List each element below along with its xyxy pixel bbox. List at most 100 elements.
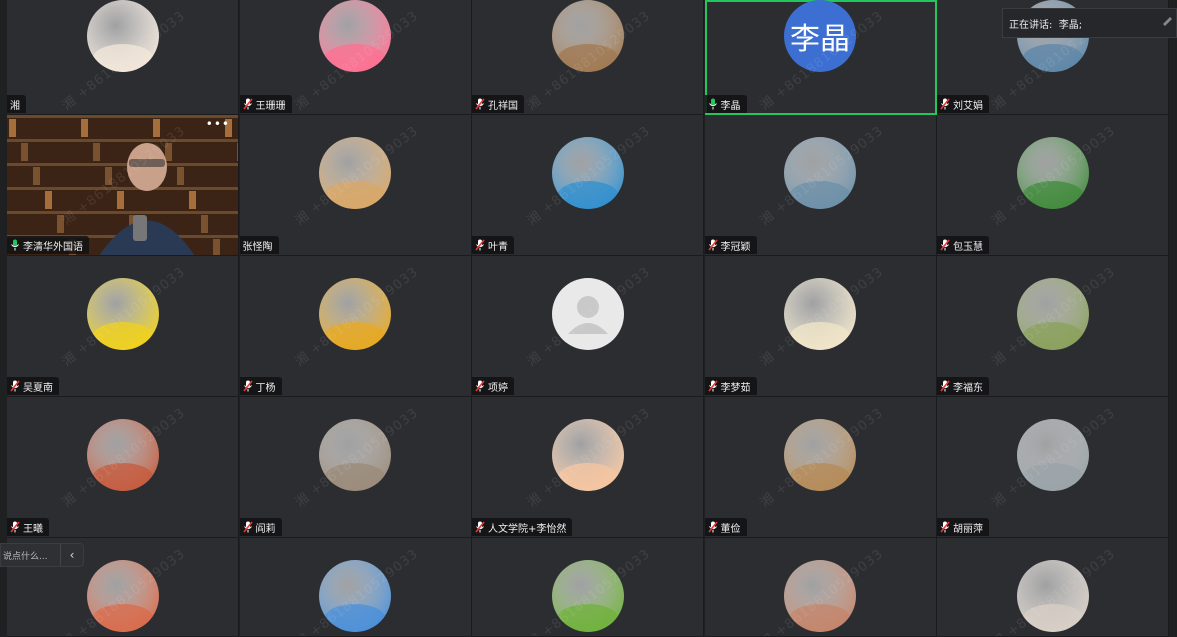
participant-tile[interactable]: 湘 +8618810529033人文学院+李怡然 (472, 397, 704, 538)
mic-icon (11, 239, 19, 251)
participant-name-tag: 胡丽萍 (937, 518, 989, 536)
more-options-icon[interactable]: ••• (206, 117, 230, 131)
participant-tile[interactable]: 湘 +8618810529033叶青 (472, 115, 704, 256)
participant-tile[interactable]: 湘 +8618810529033 (704, 538, 937, 637)
participant-tile[interactable]: 湘 +8618810529033吴夏南 (7, 256, 239, 397)
speaker-icon (1163, 17, 1172, 26)
avatar: 李晶 (784, 0, 856, 72)
avatar (1016, 419, 1089, 491)
chat-input-bar[interactable]: 说点什么... ‹ (0, 543, 84, 567)
participant-name-tag: 李冠颖 (704, 236, 757, 254)
participant-name-tag: 董俭 (704, 518, 747, 536)
participant-tile[interactable]: 湘 +8618810529033 (937, 538, 1169, 637)
avatar (86, 0, 159, 72)
avatar (551, 137, 624, 209)
mic-muted-icon (707, 239, 718, 251)
avatar (551, 419, 624, 491)
mic-muted-icon (940, 239, 950, 251)
participant-tile[interactable]: •••湘 +8618810529033李清华外国语 (7, 115, 239, 256)
participant-tile[interactable]: 湘 +8618810529033李福东 (937, 256, 1169, 397)
participant-tile[interactable]: 湘 +8618810529033李冠颖 (704, 115, 937, 256)
mic-muted-icon (707, 380, 718, 392)
avatar (1016, 560, 1089, 632)
speaking-name: 李晶; (1058, 19, 1083, 31)
participant-name: 阎莉 (255, 523, 276, 535)
avatar (319, 560, 391, 632)
avatar (86, 278, 159, 350)
participant-tile[interactable]: 湘 +8618810529033胡丽萍 (937, 397, 1169, 538)
participant-name: 叶青 (488, 241, 508, 253)
participant-name-tag: 刘艾娟 (937, 95, 989, 113)
participant-name: 李晶 (720, 100, 741, 112)
avatar (784, 419, 856, 491)
participant-tile[interactable]: 李晶湘 +8618810529033李晶 (704, 0, 937, 115)
participant-tile[interactable]: 湘 +8618810529033董俭 (704, 397, 937, 538)
participant-tile[interactable]: 湘 +8618810529033 (239, 538, 472, 637)
participant-name: 李梦茹 (720, 382, 751, 394)
participant-name: 人文学院+李怡然 (488, 523, 567, 535)
avatar (86, 560, 159, 632)
participant-name: 李福东 (953, 382, 983, 394)
avatar (784, 560, 856, 632)
avatar (319, 137, 391, 209)
speaking-indicator: 正在讲话: 李晶; (1002, 8, 1177, 38)
participant-name: 刘艾娟 (953, 100, 983, 112)
avatar (551, 0, 624, 72)
participant-name-tag: 张怪陶 (239, 236, 279, 254)
mic-muted-icon (940, 98, 950, 110)
participant-name-tag: 叶青 (472, 236, 514, 254)
avatar (551, 278, 624, 350)
speaking-label: 正在讲话: (1009, 19, 1053, 31)
avatar (319, 278, 391, 350)
mic-muted-icon (475, 521, 485, 533)
avatar (1016, 278, 1089, 350)
participant-tile[interactable]: 湘 +8618810529033王曦 (7, 397, 239, 538)
participant-name-tag: 丁杨 (239, 377, 282, 395)
participant-tile[interactable]: 湘 +8618810529033丁杨 (239, 256, 472, 397)
mic-muted-icon (242, 521, 253, 533)
participant-name: 张怪陶 (242, 241, 273, 253)
participant-name: 胡丽萍 (953, 523, 983, 535)
participant-name-tag: 王珊珊 (239, 95, 292, 113)
mic-muted-icon (475, 380, 485, 392)
participant-tile[interactable]: 湘 +8618810529033包玉慧 (937, 115, 1169, 256)
avatar (86, 419, 159, 491)
mic-icon (708, 98, 717, 110)
participant-grid: 湘 +8618810529033湘湘 +8618810529033王珊珊湘 +8… (7, 0, 1169, 637)
participant-name: 湘 (10, 100, 20, 112)
participant-name: 丁杨 (255, 382, 276, 394)
participant-name-tag: 包玉慧 (937, 236, 989, 254)
participant-name: 李冠颖 (720, 241, 751, 253)
participant-tile[interactable]: 湘 +8618810529033项婷 (472, 256, 704, 397)
avatar (1016, 137, 1089, 209)
participant-name-tag: 李晶 (704, 95, 747, 113)
participant-tile[interactable]: 湘 +8618810529033阎莉 (239, 397, 472, 538)
participant-tile[interactable]: 湘 +8618810529033王珊珊 (239, 0, 472, 115)
avatar (319, 0, 391, 72)
participant-name: 王曦 (23, 523, 43, 535)
participant-name: 董俭 (720, 523, 741, 535)
avatar (319, 419, 391, 491)
participant-name: 吴夏南 (23, 382, 53, 394)
mic-muted-icon (10, 521, 20, 533)
participant-tile[interactable]: 湘 +8618810529033李梦茹 (704, 256, 937, 397)
participant-name: 项婷 (488, 382, 508, 394)
mic-muted-icon (475, 239, 485, 251)
participant-tile[interactable]: 湘 +8618810529033湘 (7, 0, 239, 115)
participant-name: 王珊珊 (255, 100, 286, 112)
participant-tile[interactable]: 湘 +8618810529033张怪陶 (239, 115, 472, 256)
participant-name: 包玉慧 (953, 241, 983, 253)
participant-tile[interactable]: 湘 +8618810529033孔祥国 (472, 0, 704, 115)
collapse-chevron-icon[interactable]: ‹ (60, 544, 83, 566)
participant-name-tag: 李清华外国语 (7, 236, 89, 254)
participant-tile[interactable]: 湘 +8618810529033 (472, 538, 704, 637)
participant-name-tag: 阎莉 (239, 518, 282, 536)
chat-input[interactable]: 说点什么... (1, 549, 60, 562)
mic-muted-icon (707, 521, 718, 533)
avatar (551, 560, 624, 632)
participant-name-tag: 吴夏南 (7, 377, 59, 395)
participant-name: 孔祥国 (488, 100, 518, 112)
mic-muted-icon (475, 98, 485, 110)
video-feed (7, 115, 238, 255)
mic-muted-icon (940, 521, 950, 533)
